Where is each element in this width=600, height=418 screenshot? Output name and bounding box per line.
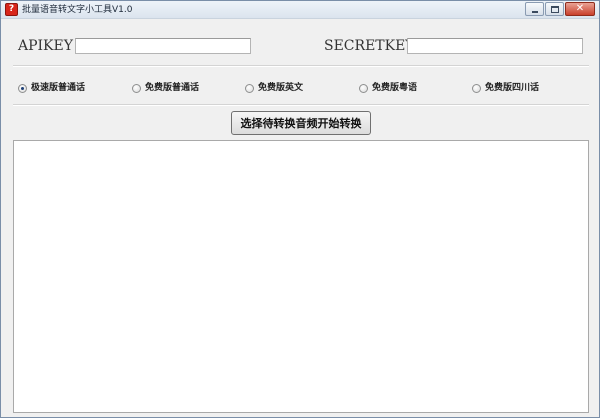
apikey-label: APIKEY [18,38,73,54]
radio-mode-free-mandarin[interactable]: 免费版普通话 [132,82,199,94]
window-title: 批量语音转文字小工具V1.0 [22,5,133,15]
close-button[interactable]: ✕ [565,2,595,16]
radio-label: 免费版四川话 [485,83,540,93]
divider [13,65,589,67]
radio-mode-free-cantonese[interactable]: 免费版粤语 [359,82,417,94]
minimize-icon [532,11,538,13]
radio-indicator[interactable] [18,83,27,93]
radio-label: 免费版英文 [258,83,304,93]
apikey-input[interactable] [75,38,251,54]
divider [13,104,589,106]
secretkey-label: SECRETKEY [324,38,415,54]
app-icon: ? [5,3,18,16]
radio-indicator[interactable] [472,83,481,93]
close-icon: ✕ [575,3,585,14]
title-bar[interactable]: ? 批量语音转文字小工具V1.0 ✕ [1,1,599,19]
radio-indicator[interactable] [359,83,368,93]
radio-mode-free-english[interactable]: 免费版英文 [245,82,303,94]
minimize-button[interactable] [525,2,544,16]
secretkey-input[interactable] [407,38,583,54]
maximize-icon [551,6,559,13]
radio-label: 极速版普通话 [31,83,86,93]
radio-mode-fast-mandarin[interactable]: 极速版普通话 [18,82,85,94]
select-audio-convert-button[interactable]: 选择待转换音频开始转换 [231,111,371,135]
app-window: ? 批量语音转文字小工具V1.0 ✕ APIKEY SECRETKEY 极速版普… [0,0,600,418]
radio-indicator[interactable] [245,83,254,93]
maximize-button[interactable] [545,2,564,16]
output-textarea[interactable] [13,140,589,413]
window-controls: ✕ [524,2,595,17]
radio-label: 免费版普通话 [145,83,200,93]
radio-mode-free-sichuanese[interactable]: 免费版四川话 [472,82,539,94]
radio-label: 免费版粤语 [372,83,418,93]
radio-indicator[interactable] [132,83,141,93]
